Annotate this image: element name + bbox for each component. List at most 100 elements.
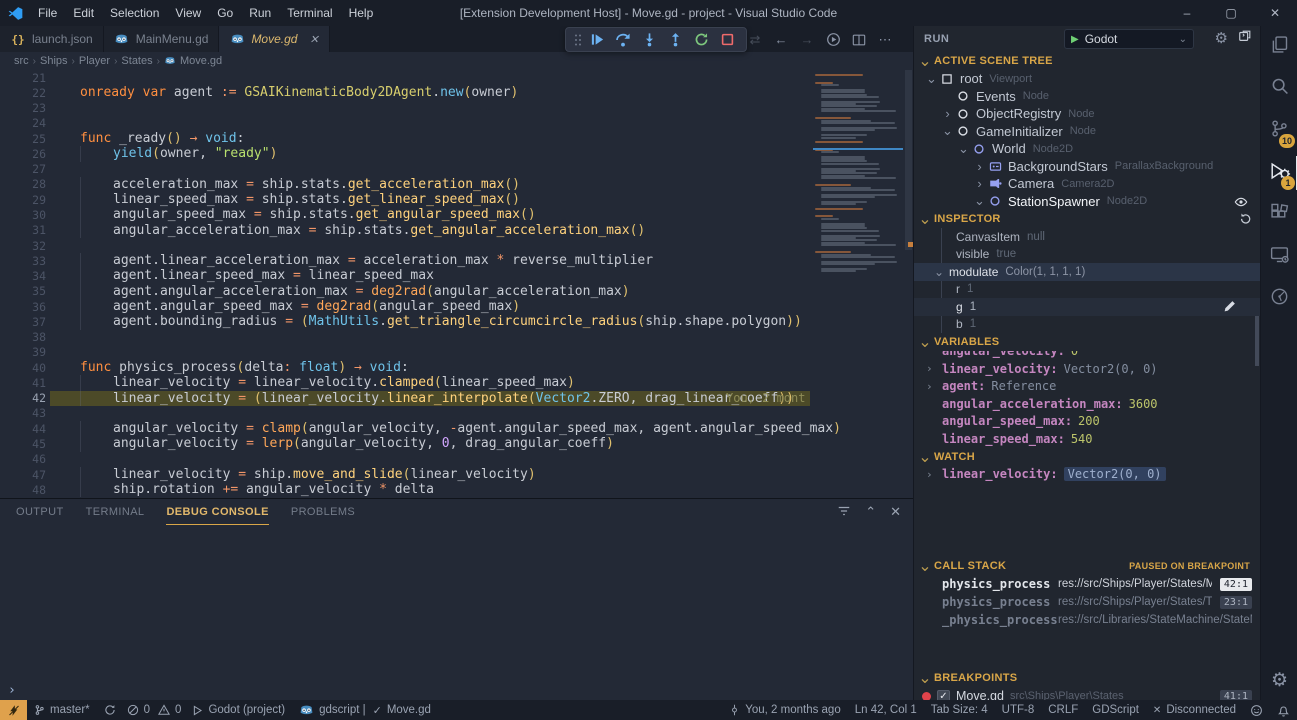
- chevron-down-icon[interactable]: ⌄: [934, 265, 944, 279]
- activity-extensions[interactable]: [1261, 194, 1297, 236]
- more-actions-icon[interactable]: ⋯: [872, 29, 898, 51]
- code-editor[interactable]: 2122onready var agent := GSAIKinematicBo…: [0, 70, 913, 498]
- line-number[interactable]: 34: [0, 269, 46, 283]
- editor-scrollbar[interactable]: [904, 70, 913, 498]
- section-scene-tree[interactable]: ⌄ ACTIVE SCENE TREE: [914, 52, 1260, 70]
- line-number[interactable]: 37: [0, 315, 46, 329]
- code-line[interactable]: 30angular_speed_max = ship.stats.get_ang…: [0, 207, 913, 222]
- status-0[interactable]: 0: [123, 700, 154, 720]
- call-stack-frame[interactable]: physics_processres://src/Ships/Player/St…: [914, 575, 1260, 593]
- inspector-row-b[interactable]: b1: [914, 316, 1260, 334]
- variable-row[interactable]: linear_speed_max:540: [914, 430, 1260, 448]
- inspector-row-r[interactable]: r1: [914, 281, 1260, 299]
- inspector-row-modulate[interactable]: ⌄modulateColor(1, 1, 1, 1): [914, 263, 1260, 281]
- menu-help[interactable]: Help: [341, 0, 382, 26]
- scene-tree-item-root[interactable]: ⌄rootViewport: [914, 70, 1260, 88]
- menu-selection[interactable]: Selection: [102, 0, 167, 26]
- activity-source-control[interactable]: 10: [1261, 110, 1297, 152]
- scene-tree-item-objectregistry[interactable]: ›ObjectRegistryNode: [914, 105, 1260, 123]
- code-line[interactable]: 29linear_speed_max = ship.stats.get_line…: [0, 192, 913, 207]
- breadcrumb-item[interactable]: States: [121, 55, 152, 67]
- minimap[interactable]: [813, 72, 903, 272]
- tab-move-gd[interactable]: Move.gd✕: [219, 26, 329, 52]
- code-line[interactable]: 47linear_velocity = ship.move_and_slide(…: [0, 467, 913, 482]
- code-line[interactable]: 25func _ready() → void:: [0, 131, 913, 146]
- call-stack-frame[interactable]: physics_processres://src/Ships/Player/St…: [914, 593, 1260, 611]
- maximize-panel-icon[interactable]: ⌃: [865, 504, 876, 520]
- line-number[interactable]: 21: [0, 71, 46, 85]
- line-number[interactable]: 43: [0, 406, 46, 420]
- code-line[interactable]: 38: [0, 330, 913, 345]
- menu-view[interactable]: View: [167, 0, 209, 26]
- tab-launch-json[interactable]: {}launch.json: [0, 26, 104, 52]
- breakpoint-checkbox[interactable]: ✓: [937, 690, 950, 701]
- code-line[interactable]: 31angular_acceleration_max = ship.stats.…: [0, 223, 913, 238]
- code-line[interactable]: 39: [0, 345, 913, 360]
- breadcrumb-item[interactable]: src: [14, 55, 29, 67]
- nav-forward-icon[interactable]: →: [794, 29, 820, 51]
- line-number[interactable]: 26: [0, 147, 46, 161]
- breakpoint-row[interactable]: ✓Move.gdsrc\Ships\Player\States41:1: [914, 687, 1260, 700]
- chevron-right-icon[interactable]: ›: [972, 176, 987, 191]
- activity-godot-debug[interactable]: [1261, 278, 1297, 320]
- code-line[interactable]: 28acceleration_max = ship.stats.get_acce…: [0, 177, 913, 192]
- section-variables[interactable]: ⌄ VARIABLES: [914, 333, 1260, 351]
- close-panel-icon[interactable]: ✕: [890, 504, 901, 520]
- code-line[interactable]: 45angular_velocity = lerp(angular_veloci…: [0, 436, 913, 451]
- close-icon[interactable]: ✕: [1253, 0, 1297, 26]
- activity-remote-monitor[interactable]: [1261, 236, 1297, 278]
- breadcrumb[interactable]: src›Ships›Player›States›Move.gd: [0, 52, 913, 70]
- launch-config-dropdown[interactable]: ▶ Godot ⌄: [1064, 29, 1194, 49]
- panel-tab-debug-console[interactable]: DEBUG CONSOLE: [166, 499, 268, 525]
- code-line[interactable]: 44angular_velocity = clamp(angular_veloc…: [0, 421, 913, 436]
- line-number[interactable]: 32: [0, 239, 46, 253]
- step-over-button[interactable]: [610, 29, 636, 51]
- line-number[interactable]: 22: [0, 86, 46, 100]
- variable-row[interactable]: angular_acceleration_max:3600: [914, 395, 1260, 413]
- panel-tab-problems[interactable]: PROBLEMS: [291, 499, 355, 525]
- line-number[interactable]: 31: [0, 223, 46, 237]
- status-gdscript-[interactable]: gdscript |: [292, 700, 372, 720]
- debug-console-prompt[interactable]: ›: [8, 683, 16, 698]
- menu-go[interactable]: Go: [209, 0, 241, 26]
- menu-run[interactable]: Run: [241, 0, 279, 26]
- breadcrumb-file[interactable]: Move.gd: [164, 55, 222, 67]
- code-line[interactable]: 40func physics_process(delta: float) → v…: [0, 360, 913, 375]
- chevron-down-icon[interactable]: ⌄: [972, 193, 987, 209]
- code-line[interactable]: 41linear_velocity = linear_velocity.clam…: [0, 375, 913, 390]
- inspector-row-g[interactable]: g1: [914, 298, 1260, 316]
- discard-icon[interactable]: [1239, 212, 1252, 225]
- code-line[interactable]: 33agent.linear_acceleration_max = accele…: [0, 253, 913, 268]
- breadcrumb-item[interactable]: Ships: [40, 55, 68, 67]
- status-crlf[interactable]: CRLF: [1041, 700, 1085, 720]
- scrollbar-thumb[interactable]: [905, 70, 912, 250]
- restart-button[interactable]: [688, 29, 714, 51]
- panel-tab-output[interactable]: OUTPUT: [16, 499, 64, 525]
- variable-row[interactable]: ›linear_velocity:Vector2(0, 0): [914, 360, 1260, 378]
- scene-tree-item-camera[interactable]: ›CameraCamera2D: [914, 175, 1260, 193]
- code-line[interactable]: 36agent.angular_speed_max = deg2rad(angu…: [0, 299, 913, 314]
- code-line[interactable]: 26yield(owner, "ready"): [0, 146, 913, 161]
- chevron-down-icon[interactable]: ⌄: [956, 141, 971, 157]
- code-line[interactable]: 43: [0, 406, 913, 421]
- code-line[interactable]: 22onready var agent := GSAIKinematicBody…: [0, 85, 913, 100]
- code-line[interactable]: 23: [0, 101, 913, 116]
- code-line[interactable]: 24: [0, 116, 913, 131]
- activity-debug[interactable]: 1: [1261, 152, 1297, 194]
- line-number[interactable]: 23: [0, 101, 46, 115]
- tab-mainmenu-gd[interactable]: MainMenu.gd: [104, 26, 220, 52]
- status-you-2-months-ago[interactable]: You, 2 months ago: [722, 700, 847, 720]
- chevron-right-icon[interactable]: ›: [926, 468, 933, 481]
- line-number[interactable]: 38: [0, 330, 46, 344]
- line-number[interactable]: 24: [0, 116, 46, 130]
- status-godot-project-[interactable]: Godot (project): [185, 700, 292, 720]
- code-line[interactable]: 21: [0, 70, 913, 85]
- line-number[interactable]: 45: [0, 437, 46, 451]
- inspector-row-canvasitem[interactable]: CanvasItemnull: [914, 228, 1260, 246]
- line-number[interactable]: 30: [0, 208, 46, 222]
- chevron-down-icon[interactable]: ⌄: [924, 71, 939, 87]
- activity-manage[interactable]: ⚙: [1261, 669, 1297, 692]
- menu-terminal[interactable]: Terminal: [279, 0, 340, 26]
- line-number[interactable]: 36: [0, 300, 46, 314]
- status-0[interactable]: 0: [154, 700, 185, 720]
